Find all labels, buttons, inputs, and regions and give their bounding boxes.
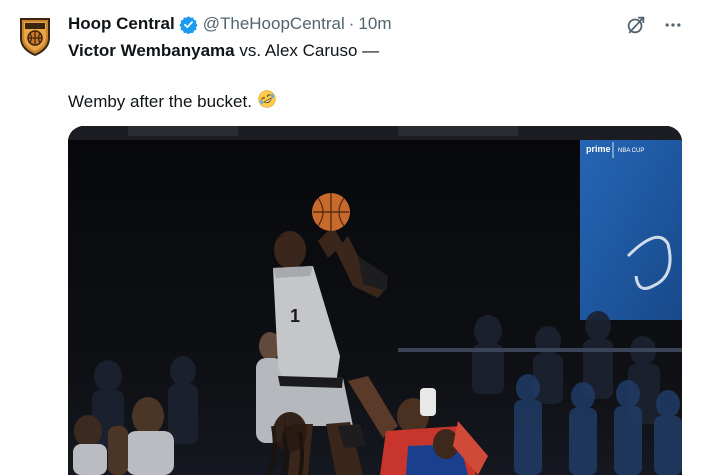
tweet-media-video[interactable]: prime NBA CUP 1	[68, 126, 682, 475]
video-frame: prime NBA CUP 1	[68, 126, 682, 475]
tweet-text: Wemby after the bucket.	[68, 89, 277, 115]
rolling-on-floor-laughing-emoji-icon	[252, 89, 277, 115]
subject-bold: Victor Wembanyama	[68, 41, 235, 60]
tweet-body: Wemby after the bucket.	[68, 92, 252, 111]
hoop-central-logo-icon	[20, 18, 50, 57]
author-handle[interactable]: @TheHoopCentral	[203, 13, 345, 35]
tweet-header: Hoop Central @TheHoopCentral · 10m	[68, 13, 391, 35]
tweet-actions-top	[625, 14, 683, 41]
verified-badge-icon	[179, 15, 198, 34]
avatar[interactable]	[18, 16, 52, 57]
jersey-number: 1	[290, 306, 300, 326]
nba-cup-logo: NBA CUP	[618, 148, 644, 154]
timestamp[interactable]: 10m	[358, 13, 391, 35]
author-name[interactable]: Hoop Central	[68, 13, 175, 35]
grok-icon[interactable]	[625, 14, 647, 41]
prime-logo: prime	[586, 144, 611, 154]
court-signage	[580, 140, 682, 320]
subject-rest: vs. Alex Caruso —	[234, 41, 380, 60]
separator-dot: ·	[348, 14, 355, 33]
tweet-subject-line: Victor Wembanyama vs. Alex Caruso —	[68, 40, 379, 62]
more-options-icon[interactable]	[663, 15, 683, 40]
tweet[interactable]: Hoop Central @TheHoopCentral · 10m Victo…	[0, 0, 703, 475]
